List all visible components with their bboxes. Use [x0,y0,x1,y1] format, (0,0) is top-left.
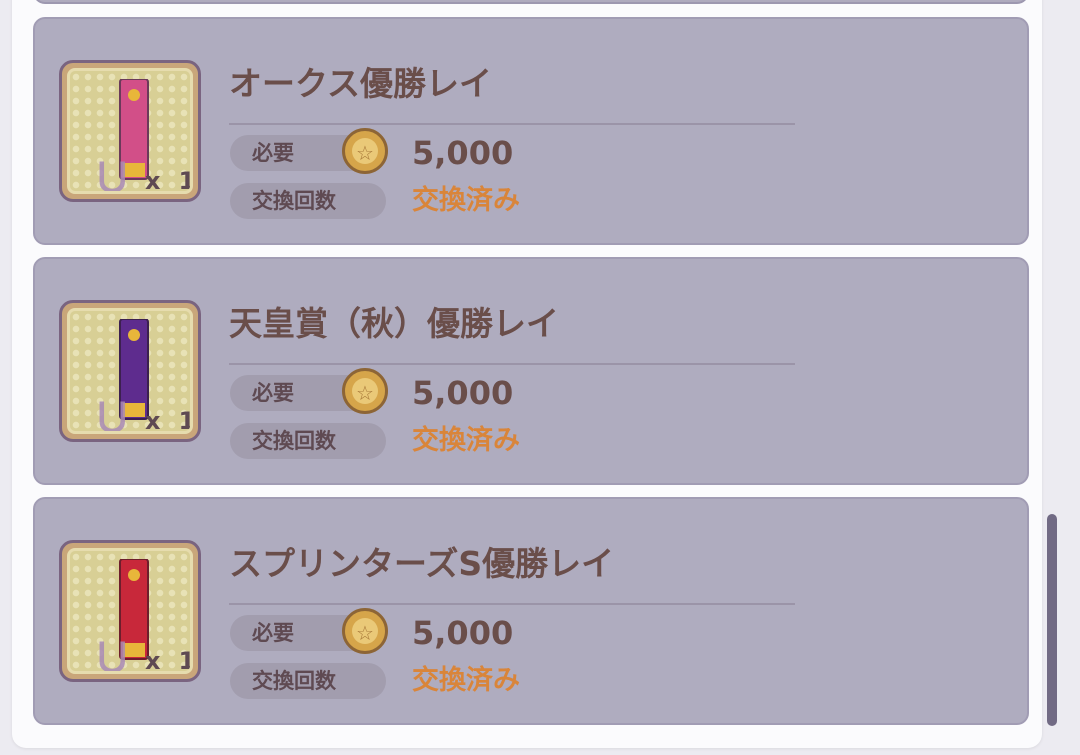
previous-item-card[interactable] [33,0,1029,4]
divider [229,363,795,365]
divider [229,123,795,125]
exchange-status: 交換済み [412,665,520,696]
divider [229,603,795,605]
horseshoe-icon: ⋃ [98,395,127,434]
cost-value: 5,000 [412,134,514,172]
exchange-count-label-pill: 交換回数 [230,183,386,219]
required-label-pill: 必要 ☆ [230,128,388,174]
item-quantity: x1 [145,407,190,434]
cost-value: 5,000 [412,374,514,412]
item-title: スプリンターズS優勝レイ [229,544,615,583]
medal-coin-icon: ☆ [342,368,388,414]
item-quantity: x1 [145,647,190,674]
item-thumbnail: ⋃ x1 [59,300,201,442]
required-label-pill: 必要 ☆ [230,368,388,414]
cost-value: 5,000 [412,614,514,652]
exchange-item-card[interactable]: ⋃ x1 スプリンターズS優勝レイ 必要 ☆ 5,000 交換回数 交換済み [33,497,1029,725]
exchange-count-label-pill: 交換回数 [230,663,386,699]
horseshoe-icon: ⋃ [98,635,127,674]
vertical-scrollbar[interactable] [1047,514,1057,726]
exchange-item-card[interactable]: ⋃ x1 オークス優勝レイ 必要 ☆ 5,000 交換回数 交換済み [33,17,1029,245]
exchange-item-card[interactable]: ⋃ x1 天皇賞（秋）優勝レイ 必要 ☆ 5,000 交換回数 交換済み [33,257,1029,485]
medal-coin-icon: ☆ [342,128,388,174]
exchange-status: 交換済み [412,185,520,216]
exchange-status: 交換済み [412,425,520,456]
item-thumbnail: ⋃ x1 [59,540,201,682]
exchange-count-label-pill: 交換回数 [230,423,386,459]
medal-coin-icon: ☆ [342,608,388,654]
item-thumbnail: ⋃ x1 [59,60,201,202]
item-title: オークス優勝レイ [229,64,493,103]
horseshoe-icon: ⋃ [98,155,127,194]
required-label-pill: 必要 ☆ [230,608,388,654]
item-quantity: x1 [145,167,190,194]
item-title: 天皇賞（秋）優勝レイ [229,304,559,343]
